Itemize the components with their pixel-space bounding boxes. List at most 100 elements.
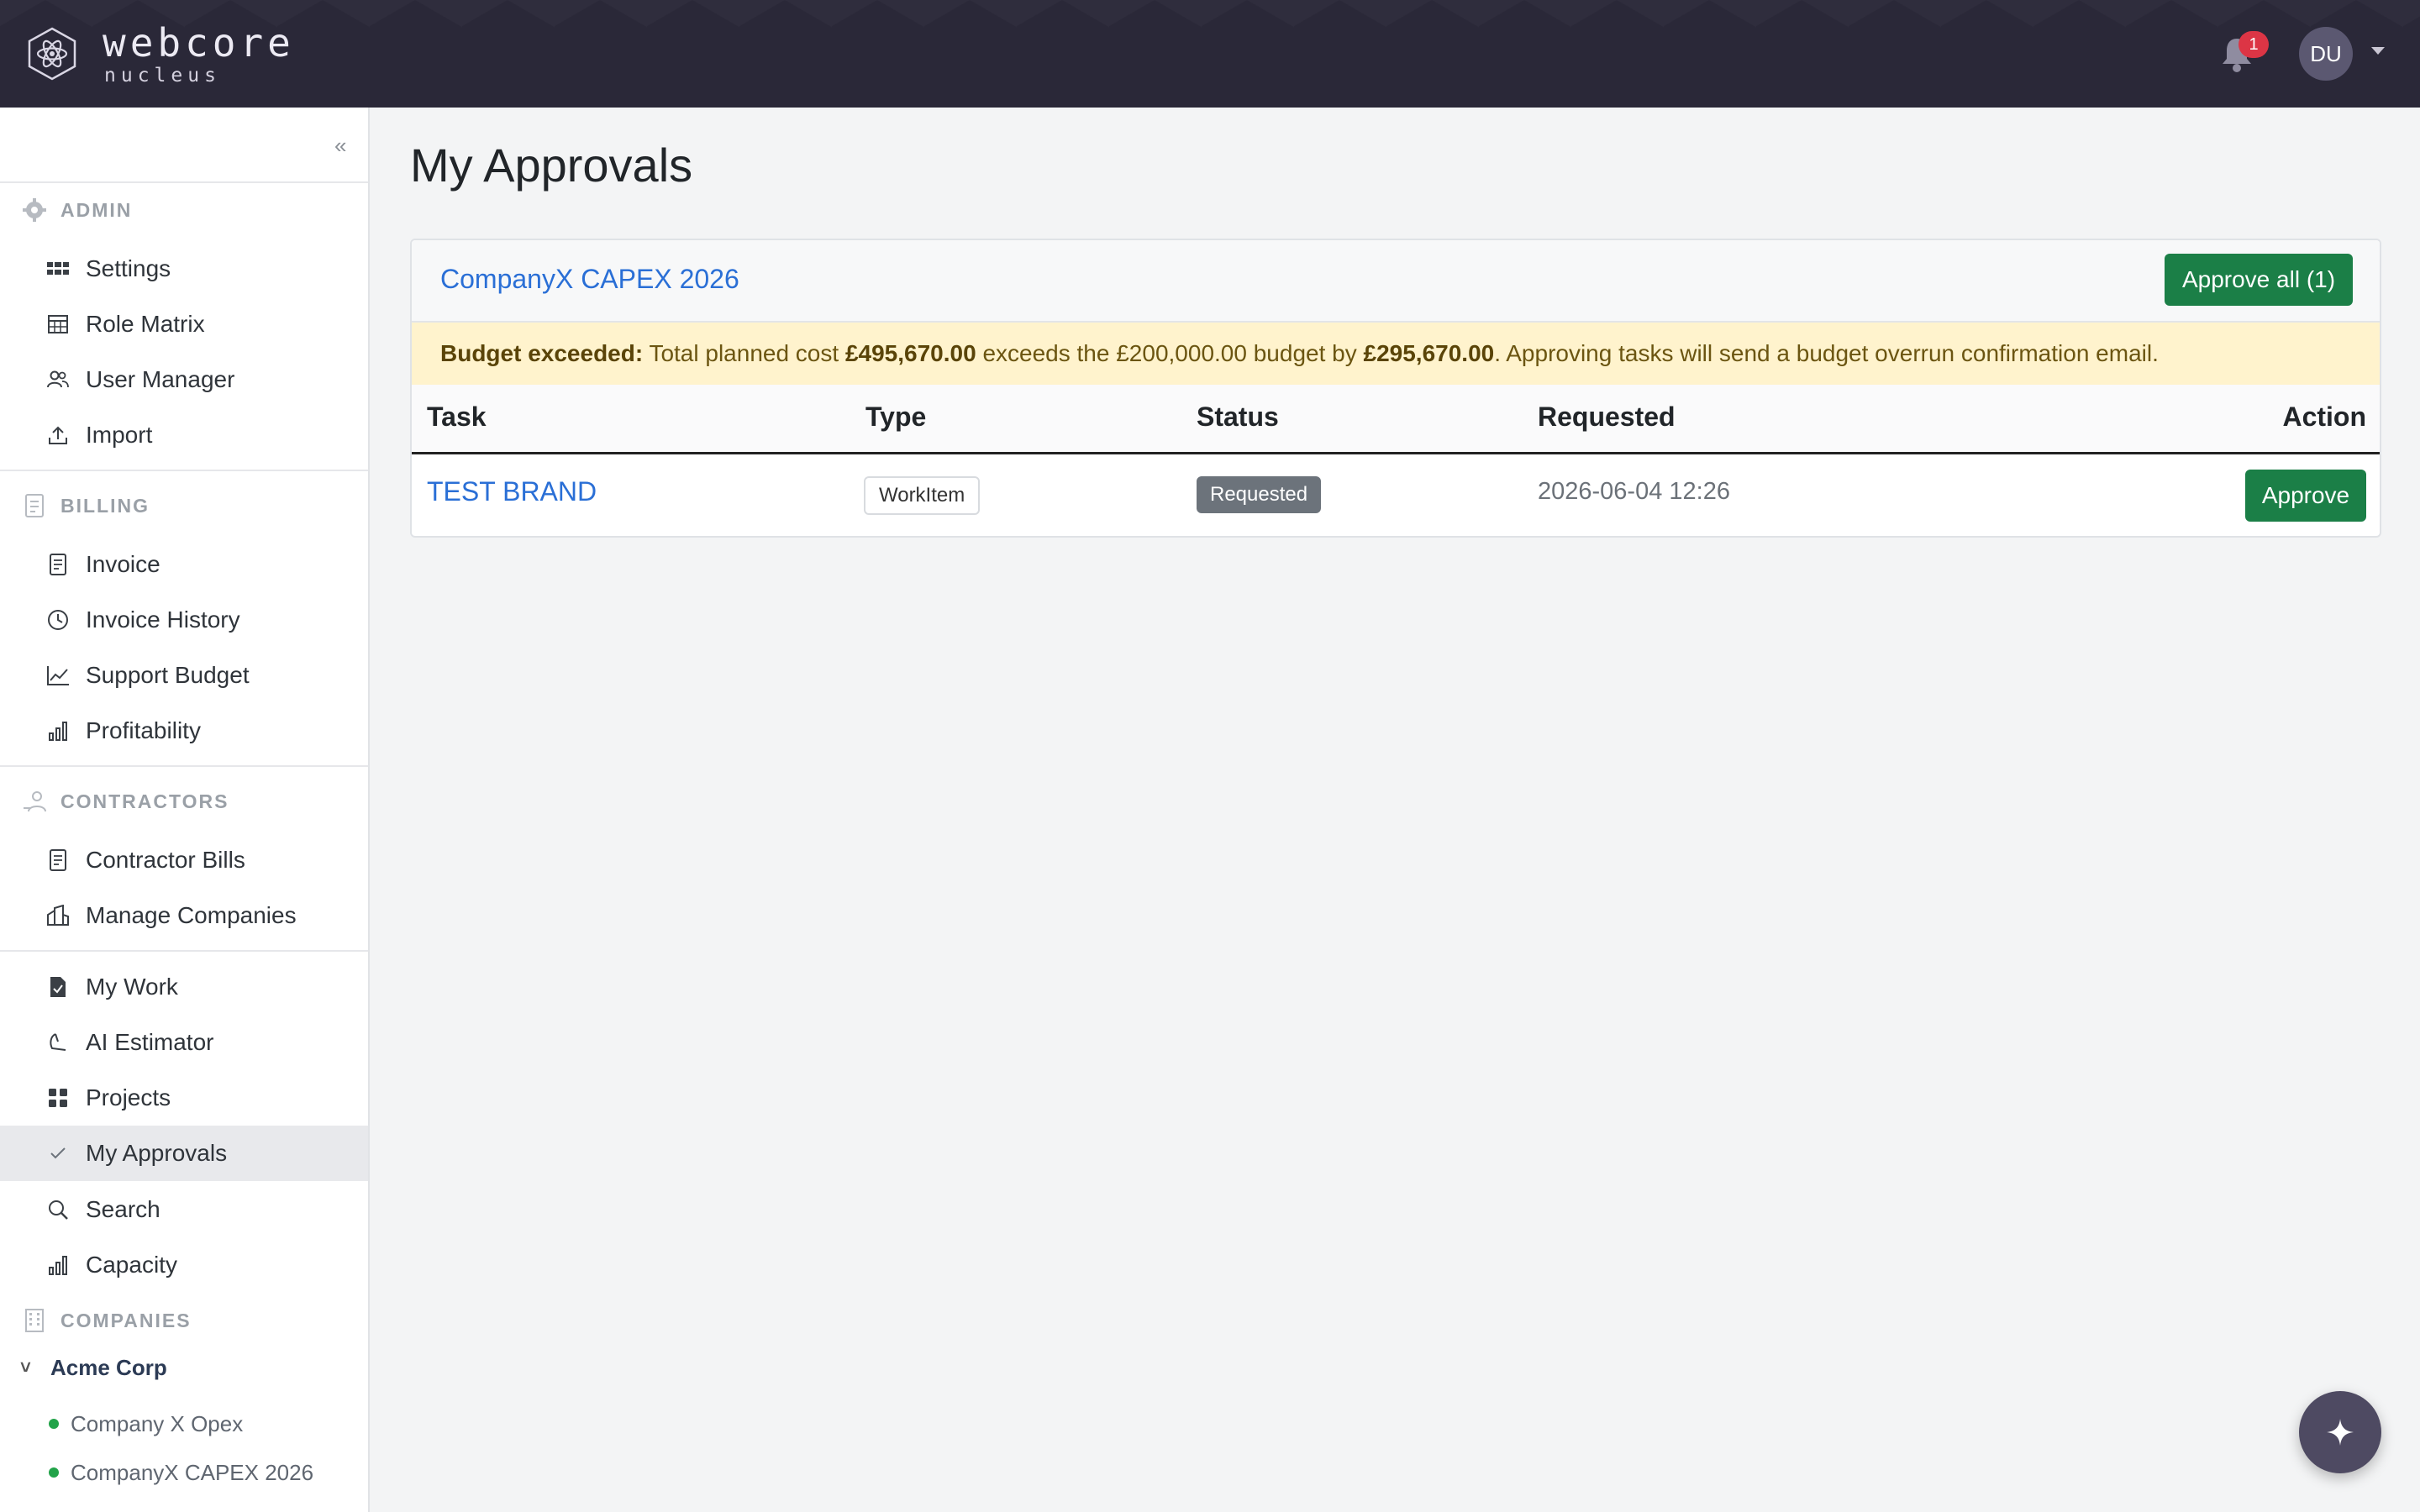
- chevron-down-icon[interactable]: [2371, 47, 2385, 55]
- sidebar-item-manage-companies[interactable]: Manage Companies: [0, 888, 368, 943]
- sidebar-collapse-button[interactable]: «: [334, 133, 346, 159]
- divider: [0, 765, 368, 767]
- approve-button[interactable]: Approve: [2245, 470, 2366, 522]
- card-header: CompanyX CAPEX 2026 Approve all (1): [412, 240, 2380, 323]
- chevron-down-icon[interactable]: ˅: [20, 1357, 37, 1378]
- sidebar-item-label: Profitability: [86, 717, 201, 743]
- sidebar-item-label: Search: [86, 1196, 160, 1222]
- section-companies: COMPANIES: [20, 1304, 192, 1337]
- alert-text: . Approving tasks will send a budget ove…: [1494, 340, 2159, 366]
- status-dot: [49, 1467, 59, 1478]
- divider: [0, 181, 368, 183]
- brand-sub: nucleus: [104, 65, 221, 87]
- company-project-label: CompanyX CAPEX 2026: [71, 1459, 314, 1485]
- sidebar-item-label: My Approvals: [86, 1140, 228, 1166]
- worker-icon: [20, 787, 49, 816]
- sidebar: « ADMIN Settings Role Matrix User Manage…: [0, 108, 370, 1512]
- sidebar-item-label: Import: [86, 422, 153, 448]
- requested-date: 2026-06-04 12:26: [1538, 478, 1730, 505]
- section-contractors: CONTRACTORS: [20, 785, 229, 818]
- table-icon: [44, 310, 72, 339]
- brand-logo[interactable]: webcore nucleus: [103, 20, 295, 86]
- sidebar-item-label: Invoice: [86, 551, 160, 577]
- column-header-action: Action: [2282, 402, 2366, 432]
- ai-assistant-button[interactable]: [2299, 1391, 2381, 1473]
- user-avatar[interactable]: DU: [2299, 27, 2353, 81]
- sidebar-item-label: Contractor Bills: [86, 847, 245, 873]
- status-dot: [49, 1419, 59, 1429]
- alert-text: exceeds the: [982, 340, 1110, 366]
- sidebar-item-label: My Work: [86, 974, 178, 1000]
- sidebar-item-my-work[interactable]: My Work: [0, 959, 368, 1015]
- sidebar-item-user-manager[interactable]: User Manager: [0, 352, 368, 407]
- gauge-icon: [44, 1028, 72, 1057]
- alert-text: Total planned cost: [649, 340, 839, 366]
- check-icon: [44, 1139, 72, 1168]
- clock-icon: [44, 606, 72, 634]
- project-link[interactable]: CompanyX CAPEX 2026: [440, 264, 739, 295]
- section-label: CONTRACTORS: [60, 790, 229, 812]
- section-label: COMPANIES: [60, 1309, 192, 1331]
- sidebar-item-label: Projects: [86, 1084, 171, 1110]
- upload-icon: [44, 421, 72, 449]
- buildings-icon: [44, 901, 72, 930]
- sidebar-item-projects[interactable]: Projects: [0, 1070, 368, 1126]
- column-header-task: Task: [427, 402, 487, 432]
- receipt-icon: [44, 550, 72, 579]
- search-icon: [44, 1195, 72, 1224]
- sidebar-item-search[interactable]: Search: [0, 1182, 368, 1237]
- alert-planned-cost: £495,670.00: [844, 340, 976, 366]
- company-project-item[interactable]: Company X Opex: [49, 1407, 243, 1441]
- sidebar-item-label: Settings: [86, 255, 171, 281]
- sidebar-item-invoice-history[interactable]: Invoice History: [0, 592, 368, 648]
- sidebar-item-profitability[interactable]: Profitability: [0, 703, 368, 759]
- company-project-item[interactable]: CompanyX CAPEX 2026: [49, 1456, 313, 1489]
- sidebar-item-label: Capacity: [86, 1252, 177, 1278]
- sidebar-item-ai-estimator[interactable]: AI Estimator: [0, 1015, 368, 1070]
- sidebar-item-capacity[interactable]: Capacity: [0, 1237, 368, 1293]
- column-header-status: Status: [1197, 402, 1279, 432]
- sidebar-item-support-budget[interactable]: Support Budget: [0, 648, 368, 703]
- sidebar-item-label: Support Budget: [86, 662, 250, 688]
- sidebar-item-label: Invoice History: [86, 606, 240, 633]
- type-badge: WorkItem: [864, 476, 981, 515]
- file-check-icon: [44, 973, 72, 1001]
- users-icon: [44, 365, 72, 394]
- company-tree-acme-corp[interactable]: ˅ Acme Corp: [20, 1351, 167, 1384]
- sidebar-item-settings[interactable]: Settings: [0, 241, 368, 297]
- line-chart-icon: [44, 661, 72, 690]
- table-header: Task Type Status Requested Action: [412, 385, 2380, 454]
- atom-logo-icon: [28, 27, 76, 81]
- sidebar-item-label: AI Estimator: [86, 1029, 214, 1055]
- document-icon: [20, 491, 49, 520]
- receipt-icon: [44, 846, 72, 874]
- alert-label: Budget exceeded:: [440, 340, 644, 366]
- sidebar-item-label: Role Matrix: [86, 311, 205, 337]
- grid-icon: [44, 255, 72, 283]
- table-row: TEST BRAND WorkItem Requested 2026-06-04…: [412, 454, 2380, 534]
- sidebar-item-import[interactable]: Import: [0, 407, 368, 463]
- company-project-label: Company X Opex: [71, 1410, 244, 1436]
- sparkle-icon: [2327, 1419, 2354, 1446]
- bar-chart-icon: [44, 1251, 72, 1279]
- alert-budget: £200,000.00: [1116, 340, 1247, 366]
- column-header-type: Type: [865, 402, 927, 432]
- sidebar-item-contractor-bills[interactable]: Contractor Bills: [0, 832, 368, 888]
- bar-chart-icon: [44, 717, 72, 745]
- divider: [0, 950, 368, 952]
- budget-alert: Budget exceeded: Total planned cost £495…: [412, 323, 2380, 385]
- column-header-requested: Requested: [1538, 402, 1676, 432]
- status-badge: Requested: [1197, 476, 1322, 513]
- sidebar-item-invoice[interactable]: Invoice: [0, 537, 368, 592]
- gear-icon: [20, 196, 49, 224]
- sidebar-item-label: Manage Companies: [86, 902, 297, 928]
- alert-overrun: £295,670.00: [1363, 340, 1495, 366]
- approve-all-button[interactable]: Approve all (1): [2165, 254, 2353, 306]
- section-billing: BILLING: [20, 489, 150, 522]
- sidebar-item-role-matrix[interactable]: Role Matrix: [0, 297, 368, 352]
- sidebar-item-my-approvals[interactable]: My Approvals: [0, 1126, 368, 1181]
- task-link[interactable]: TEST BRAND: [427, 476, 597, 507]
- notification-badge: 1: [2238, 31, 2269, 58]
- alert-text: budget by: [1253, 340, 1357, 366]
- section-label: BILLING: [60, 494, 150, 517]
